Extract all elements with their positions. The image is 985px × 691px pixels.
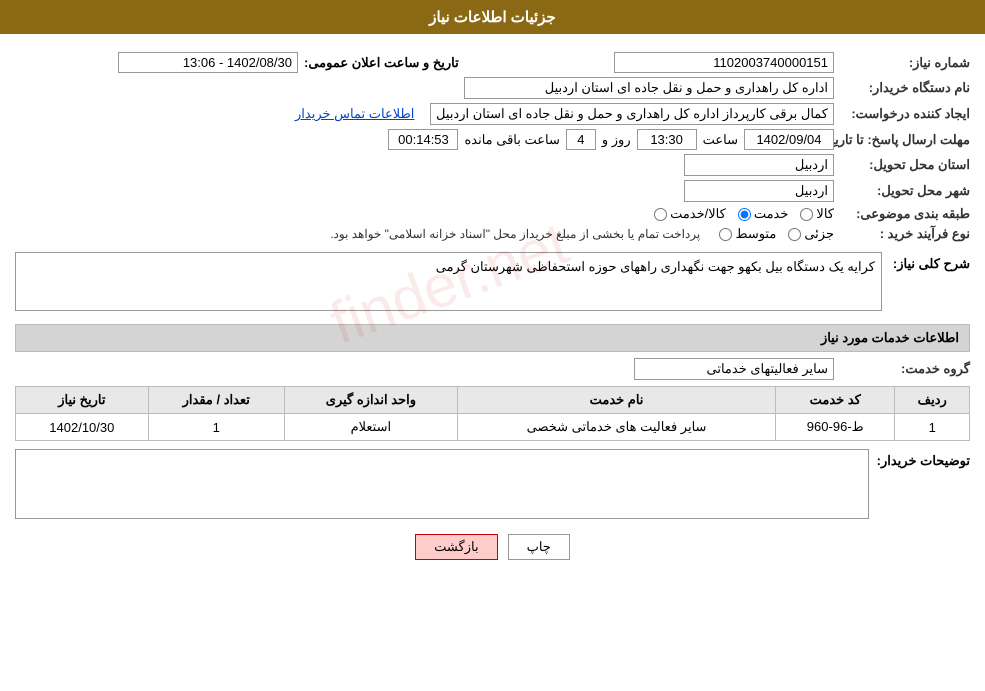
mohlat-label: مهلت ارسال پاسخ: تا تاریخ:	[840, 132, 970, 148]
buyer-desc-label: توضیحات خریدار:	[877, 453, 970, 469]
shomara-niaz-row: شماره نیاز: 1102003740000151 تاریخ و ساع…	[15, 52, 970, 73]
nooe-farayand-label: نوع فرآیند خرید :	[840, 226, 970, 242]
tabaqe-label: طبقه بندی موضوعی:	[840, 206, 970, 222]
sharh-label: شرح کلی نیاز:	[890, 256, 970, 272]
services-section-title: اطلاعات خدمات مورد نیاز	[15, 324, 970, 352]
name-dastgah-value: اداره کل راهداری و حمل و نقل جاده ای است…	[464, 77, 834, 99]
radio-motavaset-label: متوسط	[735, 226, 776, 242]
etelaaat-link[interactable]: اطلاعات تماس خریدار	[295, 106, 414, 122]
radio-kala-khedmat[interactable]	[654, 208, 667, 221]
table-row: 1 ط-96-960 سایر فعالیت های خدماتی شخصی ا…	[16, 414, 970, 441]
page-header: جزئیات اطلاعات نیاز	[0, 0, 985, 34]
group-label: گروه خدمت:	[840, 361, 970, 377]
radio-motavaset[interactable]	[719, 228, 732, 241]
group-value: سایر فعالیتهای خدماتی	[634, 358, 834, 380]
radio-motavaset-item[interactable]: متوسط	[719, 226, 776, 242]
ijad-label: ایجاد کننده درخواست:	[840, 106, 970, 122]
cell-nam: سایر فعالیت های خدماتی شخصی	[457, 414, 775, 441]
services-table: ردیف کد خدمت نام خدمت واحد اندازه گیری ت…	[15, 386, 970, 441]
notice-text: پرداخت تمام یا بخشی از مبلغ خریداز محل "…	[330, 227, 700, 241]
radio-kala-khedmat-item[interactable]: کالا/خدمت	[654, 206, 726, 222]
radio-khedmat-item[interactable]: خدمت	[738, 206, 789, 222]
shomara-niaz-value: 1102003740000151	[614, 52, 834, 73]
group-service-row: گروه خدمت: سایر فعالیتهای خدماتی	[15, 358, 970, 380]
saat-value: 13:30	[637, 129, 697, 150]
tabaqe-radio-group: کالا/خدمت خدمت کالا	[654, 206, 834, 222]
col-tarikh: تاریخ نیاز	[16, 387, 149, 414]
cell-tedad: 1	[148, 414, 284, 441]
sharh-area: finder.net کرایه یک دستگاه بیل بکهو جهت …	[15, 252, 882, 314]
ilan-label: تاریخ و ساعت اعلان عمومی:	[304, 55, 459, 71]
btn-row: چاپ بازگشت	[15, 534, 970, 560]
radio-kala[interactable]	[800, 208, 813, 221]
shahr-value: اردبیل	[684, 180, 834, 202]
sharh-textarea[interactable]	[15, 252, 882, 311]
print-button[interactable]: چاپ	[508, 534, 570, 560]
name-dastgah-label: نام دستگاه خریدار:	[840, 80, 970, 96]
radio-jozei[interactable]	[788, 228, 801, 241]
header-title: جزئیات اطلاعات نیاز	[429, 9, 556, 26]
ostan-label: استان محل تحویل:	[840, 157, 970, 173]
remaining-label: ساعت باقی مانده	[464, 132, 559, 148]
rooz-value: 4	[566, 129, 596, 150]
name-dastgah-row: نام دستگاه خریدار: اداره کل راهداری و حم…	[15, 77, 970, 99]
radio-khedmat-label: خدمت	[754, 206, 789, 222]
cell-vahed: استعلام	[284, 414, 457, 441]
ostan-row: استان محل تحویل: اردبیل	[15, 154, 970, 176]
tabaqe-row: طبقه بندی موضوعی: کالا/خدمت خدمت کالا	[15, 206, 970, 222]
buyer-desc-area	[15, 449, 869, 522]
shahr-label: شهر محل تحویل:	[840, 183, 970, 199]
radio-khedmat[interactable]	[738, 208, 751, 221]
sharh-section: شرح کلی نیاز: finder.net کرایه یک دستگاه…	[15, 252, 970, 314]
radio-kala-item[interactable]: کالا	[800, 206, 834, 222]
cell-tarikh: 1402/10/30	[16, 414, 149, 441]
back-button[interactable]: بازگشت	[415, 534, 497, 560]
cell-kod: ط-96-960	[776, 414, 895, 441]
farayand-radio-group: متوسط جزئی	[719, 226, 834, 242]
col-kod: کد خدمت	[776, 387, 895, 414]
col-vahed: واحد اندازه گیری	[284, 387, 457, 414]
radio-jozei-label: جزئی	[804, 226, 834, 242]
buyer-desc-row: توضیحات خریدار:	[15, 449, 970, 522]
mohlat-row: مهلت ارسال پاسخ: تا تاریخ: 1402/09/04 سا…	[15, 129, 970, 150]
ijad-row: ایجاد کننده درخواست: کمال برقی کارپرداز …	[15, 103, 970, 125]
ijad-value: کمال برقی کارپرداز اداره کل راهداری و حم…	[430, 103, 834, 125]
col-nam: نام خدمت	[457, 387, 775, 414]
radio-jozei-item[interactable]: جزئی	[788, 226, 834, 242]
shomara-niaz-label: شماره نیاز:	[840, 55, 970, 71]
radio-kala-khedmat-label: کالا/خدمت	[670, 206, 726, 222]
shahr-row: شهر محل تحویل: اردبیل	[15, 180, 970, 202]
col-radif: ردیف	[895, 387, 970, 414]
rooz-label: روز و	[602, 132, 631, 148]
page-wrapper: جزئیات اطلاعات نیاز شماره نیاز: 11020037…	[0, 0, 985, 691]
col-tedad: تعداد / مقدار	[148, 387, 284, 414]
buyer-desc-textarea[interactable]	[15, 449, 869, 519]
nooe-farayand-row: نوع فرآیند خرید : متوسط جزئی پرداخت تمام…	[15, 226, 970, 242]
main-content: شماره نیاز: 1102003740000151 تاریخ و ساع…	[0, 34, 985, 580]
remaining-value: 00:14:53	[388, 129, 458, 150]
cell-radif: 1	[895, 414, 970, 441]
saat-label: ساعت	[703, 132, 738, 148]
ilan-value: 1402/08/30 - 13:06	[118, 52, 298, 73]
radio-kala-label: کالا	[816, 206, 834, 222]
date-value: 1402/09/04	[744, 129, 834, 150]
ostan-value: اردبیل	[684, 154, 834, 176]
